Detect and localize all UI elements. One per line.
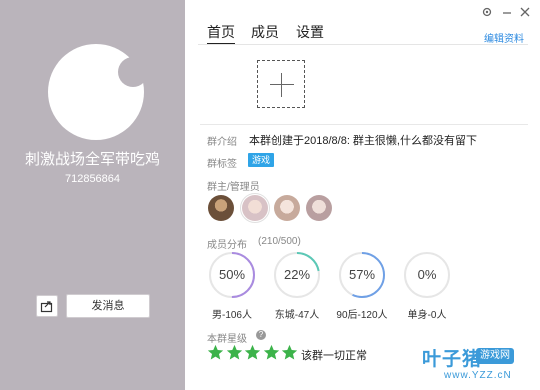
ring-percent: 0%	[417, 267, 437, 282]
watermark-main: 叶子猪	[422, 349, 483, 370]
admin-label: 群主/管理员	[207, 182, 260, 193]
profile-sidebar: 刺激战场全军带吃鸡 712856864 发消息	[0, 0, 185, 390]
admin-avatar[interactable]	[242, 195, 268, 221]
ring-percent: 57%	[348, 267, 376, 282]
distribution-label: 成员分布	[207, 240, 247, 251]
add-photo-button[interactable]	[257, 60, 305, 108]
watermark-url: www.YZZ.cN	[444, 370, 512, 381]
member-count: (210/500)	[258, 236, 301, 247]
group-id: 712856864	[64, 173, 121, 185]
minimize-icon[interactable]	[500, 6, 514, 18]
tag-chip[interactable]: 游戏	[248, 153, 275, 167]
help-icon[interactable]: ?	[256, 330, 266, 340]
ring-caption: 东城-47人	[274, 310, 320, 321]
ring-percent: 50%	[218, 267, 246, 282]
star-icon	[263, 344, 279, 360]
intro-label: 群介绍	[207, 137, 237, 148]
admin-avatar[interactable]	[274, 195, 300, 221]
star-icon	[281, 344, 298, 360]
level-status: 该群一切正常	[301, 350, 367, 362]
star-icon	[244, 344, 261, 360]
watermark-badge: 游戏网	[476, 348, 514, 364]
watermark-logo: 叶子猪 游戏网 www.YZZ.cN	[422, 344, 540, 390]
settings-icon[interactable]	[480, 6, 494, 18]
tab-members[interactable]: 成员	[251, 22, 279, 42]
group-name: 刺激战场全军带吃鸡	[24, 151, 160, 168]
tab-divider	[198, 44, 528, 45]
plus-icon-vertical	[281, 73, 282, 97]
intro-text: 本群创建于2018/8/8: 群主很懒,什么都没有留下	[249, 135, 477, 147]
send-message-button[interactable]: 发消息	[66, 294, 150, 318]
ring-percent: 22%	[283, 267, 311, 282]
tab-settings[interactable]: 设置	[296, 22, 324, 42]
avatar-notch	[118, 57, 148, 87]
close-icon[interactable]	[518, 6, 532, 18]
owner-avatar[interactable]	[208, 195, 234, 221]
ring-caption: 90后-120人	[336, 310, 388, 321]
ring-caption: 男-106人	[211, 310, 252, 321]
star-icon	[226, 344, 242, 360]
admin-avatar[interactable]	[306, 195, 332, 221]
level-label: 本群星级	[207, 334, 247, 345]
ring-caption: 单身-0人	[407, 310, 447, 321]
tag-label: 群标签	[207, 159, 237, 170]
plus-icon	[270, 84, 294, 85]
share-button[interactable]	[36, 295, 58, 317]
section-divider	[200, 124, 528, 125]
share-icon	[40, 301, 53, 313]
star-icon	[207, 344, 224, 360]
group-profile-window: 刺激战场全军带吃鸡 712856864 发消息 首页 成员 设置 编辑资料 群介…	[0, 0, 540, 390]
edit-profile-link[interactable]: 编辑资料	[484, 30, 524, 45]
tab-home[interactable]: 首页	[207, 22, 235, 45]
